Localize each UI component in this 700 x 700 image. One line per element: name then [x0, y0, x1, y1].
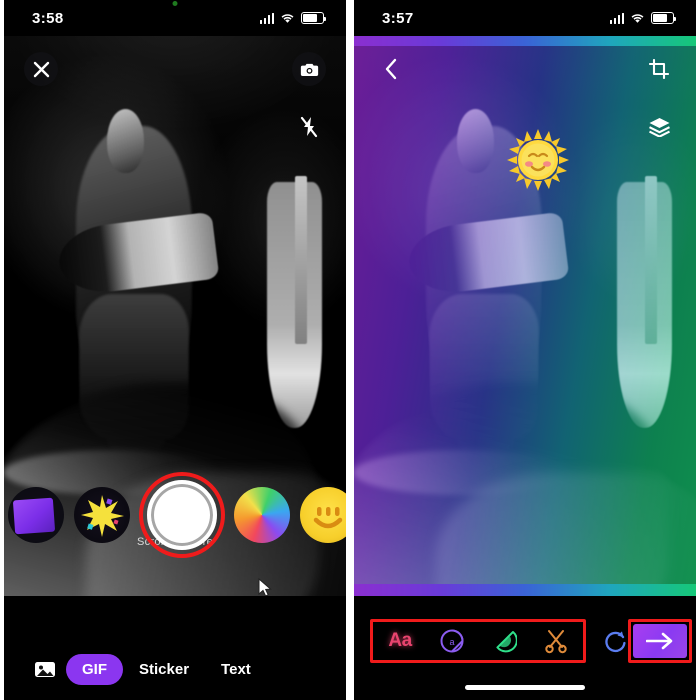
wifi-icon [281, 13, 294, 23]
draw-tool-button[interactable] [489, 626, 519, 656]
two-phone-comparison: 3:58 Scroll GIF Sticker Text 3:57 Aa a [0, 0, 700, 700]
photo-library-icon [35, 662, 55, 677]
marker-pen-icon [496, 631, 517, 653]
filter-lens-rainbow-swirl[interactable] [234, 487, 290, 543]
right-status-bar: 3:57 [354, 0, 696, 36]
chevron-left-icon [385, 58, 397, 80]
text-tool-button[interactable]: Aa [385, 626, 415, 656]
flash-toggle-button[interactable] [292, 110, 326, 144]
redo-arrow-icon [605, 631, 626, 653]
sticker-icon: a [440, 629, 464, 653]
back-button[interactable] [374, 52, 408, 86]
status-time: 3:57 [382, 9, 414, 27]
cellular-bars-icon [259, 12, 274, 24]
status-icons [609, 12, 677, 24]
shutter-area[interactable] [139, 472, 225, 558]
smiley-face-icon [313, 507, 343, 529]
flash-off-icon [300, 116, 318, 138]
recording-indicator-dot [172, 1, 178, 6]
crop-icon [649, 59, 669, 79]
tab-sticker[interactable]: Sticker [123, 654, 205, 685]
arrow-right-icon [646, 632, 673, 650]
tab-text[interactable]: Text [205, 654, 267, 685]
right-phone-edit-screen: 3:57 Aa a [354, 0, 696, 700]
filter-lens-yellow-burst[interactable] [74, 487, 130, 543]
layers-button[interactable] [642, 110, 676, 144]
camera-flip-icon [300, 63, 318, 76]
gradient-strip-top [354, 36, 696, 46]
left-phone-capture-screen: 3:58 Scroll GIF Sticker Text [4, 0, 346, 700]
filter-lens-purple-square[interactable] [8, 487, 64, 543]
scissors-icon [545, 630, 567, 654]
filter-lens-smiley[interactable] [300, 487, 346, 543]
left-status-bar: 3:58 [4, 0, 346, 36]
sun-with-face-icon [507, 129, 569, 191]
status-time: 3:58 [32, 9, 64, 27]
svg-text:a: a [449, 637, 454, 647]
flip-camera-button[interactable] [292, 52, 326, 86]
right-edit-toolbar[interactable]: Aa a [354, 610, 696, 700]
shutter-button[interactable] [147, 480, 217, 550]
gradient-strip-bottom [354, 584, 696, 596]
battery-icon [301, 12, 327, 24]
left-photo-canvas[interactable]: Black and white photo of a seated musici… [4, 36, 346, 596]
edit-tool-row[interactable]: Aa a [354, 618, 696, 664]
status-icons [259, 12, 327, 24]
cellular-bars-icon [609, 12, 624, 24]
redo-button[interactable] [604, 626, 628, 656]
layers-stack-icon [648, 118, 670, 137]
sun-emoji-sticker[interactable] [506, 128, 570, 192]
annotation-box-edit-tools[interactable]: Aa a [370, 619, 586, 663]
battery-icon [651, 12, 677, 24]
wifi-icon [631, 13, 644, 23]
annotation-box-send [628, 619, 692, 663]
burst-icon [81, 495, 124, 537]
sticker-tool-button[interactable]: a [437, 626, 467, 656]
cutout-scissors-button[interactable] [541, 626, 571, 656]
tab-library[interactable] [24, 653, 66, 685]
filter-carousel[interactable] [4, 472, 346, 558]
close-button[interactable] [24, 52, 58, 86]
tab-gif[interactable]: GIF [66, 653, 123, 685]
right-photo-canvas[interactable]: Same stage photo colorized with a purple… [354, 36, 696, 596]
send-button[interactable] [633, 624, 687, 658]
crop-button[interactable] [642, 52, 676, 86]
left-bottom-tabbar[interactable]: GIF Sticker Text [4, 638, 346, 700]
close-x-icon [33, 61, 49, 77]
home-indicator [465, 685, 585, 690]
